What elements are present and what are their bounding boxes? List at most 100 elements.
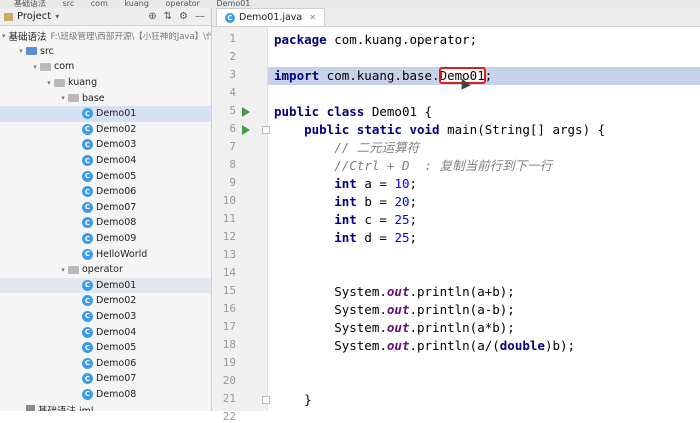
- locate-icon[interactable]: ⊕: [148, 11, 156, 22]
- close-icon[interactable]: ✕: [309, 13, 316, 22]
- code-line[interactable]: int b = 20;: [268, 193, 700, 211]
- run-icon[interactable]: [242, 107, 250, 117]
- tree-item[interactable]: ▾ kuang: [0, 75, 211, 91]
- code-line[interactable]: }: [268, 391, 700, 409]
- tree-item[interactable]: ▾基础语法F:\班级管理\西部开源\【小狂神的Java】\代码\JavaSE\基…: [0, 28, 211, 44]
- editor-gutter[interactable]: 1 2 3 4 5 6 7 8 9 10 11 12 13 14 15 16 17 18 19 20 21 22: [212, 27, 270, 423]
- code-line[interactable]: // 二元运算符: [268, 139, 700, 157]
- code-static-field: out: [386, 338, 410, 353]
- tree-item[interactable]: C Demo09: [0, 231, 211, 247]
- tree-item[interactable]: C Demo08: [0, 215, 211, 231]
- expand-arrow-icon[interactable]: ▾: [58, 94, 68, 102]
- tree-item[interactable]: C Demo02: [0, 293, 211, 309]
- tree-item[interactable]: C Demo02: [0, 122, 211, 138]
- tree-item[interactable]: C HelloWorld: [0, 246, 211, 262]
- expand-arrow-icon[interactable]: ▾: [2, 32, 6, 40]
- gear-icon[interactable]: ⚙: [179, 11, 188, 22]
- code-line[interactable]: package com.kuang.operator;: [268, 31, 700, 49]
- code-text: ;: [409, 212, 418, 227]
- tree-item-label: 基础语法.iml: [38, 403, 94, 411]
- tree-item[interactable]: C Demo03: [0, 137, 211, 153]
- tree-item-label: Demo06: [96, 186, 137, 198]
- hide-icon[interactable]: —: [195, 11, 205, 22]
- code-text: .println(a+b);: [409, 284, 515, 299]
- code-line[interactable]: [268, 85, 700, 103]
- tree-item[interactable]: C Demo01: [0, 105, 211, 122]
- code-editor[interactable]: package com.kuang.operator; import com.ku…: [268, 27, 700, 411]
- crumb-1[interactable]: src: [63, 0, 75, 8]
- java-class-icon: C: [82, 233, 93, 245]
- crumb-2[interactable]: com: [91, 0, 108, 8]
- tree-item[interactable]: C Demo05: [0, 340, 211, 356]
- project-title[interactable]: Project: [17, 11, 51, 22]
- crumb-4[interactable]: operator: [165, 0, 199, 8]
- code-line[interactable]: System.out.println(a+b);: [268, 283, 700, 301]
- line-number: 15: [222, 284, 236, 297]
- tree-item-label: Demo05: [96, 170, 137, 182]
- code-text: main(String[] args) {: [439, 122, 606, 137]
- tree-item[interactable]: C Demo01: [0, 277, 211, 294]
- package-icon: [54, 78, 65, 87]
- tree-item-label: base: [82, 92, 105, 104]
- crumb-5[interactable]: Demo01: [216, 0, 250, 8]
- tree-item-label: src: [40, 45, 54, 57]
- java-class-icon: C: [82, 342, 93, 354]
- expand-arrow-icon[interactable]: ▾: [44, 79, 54, 87]
- crumb-3[interactable]: kuang: [124, 0, 149, 8]
- expand-arrow-icon[interactable]: ▾: [58, 266, 68, 274]
- code-text: a =: [356, 176, 395, 191]
- run-icon[interactable]: [242, 125, 250, 135]
- collapse-icon[interactable]: ⇅: [164, 11, 172, 22]
- code-line[interactable]: int c = 25;: [268, 211, 700, 229]
- code-line[interactable]: [268, 49, 700, 67]
- tree-item-label: Demo08: [96, 388, 137, 400]
- project-panel-header: Project ▾ ⊕ ⇅ ⚙ —: [0, 8, 211, 26]
- code-line[interactable]: public static void main(String[] args) {: [268, 121, 700, 139]
- tree-item[interactable]: C Demo03: [0, 309, 211, 325]
- code-line[interactable]: [268, 373, 700, 391]
- code-line[interactable]: System.out.println(a*b);: [268, 319, 700, 337]
- java-class-icon: C: [82, 217, 93, 229]
- code-line[interactable]: [268, 355, 700, 373]
- expand-arrow-icon[interactable]: ▾: [16, 47, 26, 55]
- code-text: .println(a-b);: [409, 302, 515, 317]
- code-line[interactable]: [268, 247, 700, 265]
- tree-item[interactable]: C Demo06: [0, 355, 211, 371]
- code-line[interactable]: System.out.println(a/(double)b);: [268, 337, 700, 355]
- tab-demo01-java[interactable]: C Demo01.java ✕: [216, 8, 325, 26]
- crumb-0[interactable]: 基础语法: [14, 0, 46, 8]
- tree-item[interactable]: C Demo04: [0, 324, 211, 340]
- code-number: 10: [394, 176, 410, 191]
- editor-tab-bar: C Demo01.java ✕: [212, 8, 700, 27]
- tree-item-label: Demo08: [96, 217, 137, 229]
- tree-item[interactable]: C Demo04: [0, 153, 211, 169]
- code-line[interactable]: //Ctrl + D : 复制当前行到下一行: [268, 157, 700, 175]
- code-line[interactable]: int d = 25;: [268, 229, 700, 247]
- chevron-down-icon[interactable]: ▾: [55, 12, 59, 21]
- tree-item[interactable]: C Demo07: [0, 200, 211, 216]
- code-text: .println(a*b);: [409, 320, 515, 335]
- tree-item[interactable]: C Demo08: [0, 387, 211, 403]
- tree-item-label: Demo07: [96, 201, 137, 213]
- tree-item[interactable]: ▾ operator: [0, 262, 211, 278]
- tree-item[interactable]: ▾ src: [0, 44, 211, 60]
- code-keyword: double: [499, 338, 545, 353]
- code-line[interactable]: import com.kuang.base.Demo01;: [268, 67, 700, 85]
- tree-item[interactable]: 基础语法.iml: [0, 402, 211, 411]
- tree-item[interactable]: C Demo07: [0, 371, 211, 387]
- code-line[interactable]: public class Demo01 {: [268, 103, 700, 121]
- line-number: 16: [222, 302, 236, 315]
- tree-item[interactable]: ▾ com: [0, 59, 211, 75]
- tree-item[interactable]: C Demo06: [0, 184, 211, 200]
- code-line[interactable]: int a = 10;: [268, 175, 700, 193]
- java-class-icon: C: [82, 123, 93, 135]
- tree-item[interactable]: ▾ base: [0, 90, 211, 106]
- line-number: 17: [222, 320, 236, 333]
- java-class-icon: C: [82, 310, 93, 322]
- code-line[interactable]: [268, 265, 700, 283]
- tree-item[interactable]: C Demo05: [0, 168, 211, 184]
- expand-arrow-icon[interactable]: ▾: [30, 63, 40, 71]
- code-line[interactable]: System.out.println(a-b);: [268, 301, 700, 319]
